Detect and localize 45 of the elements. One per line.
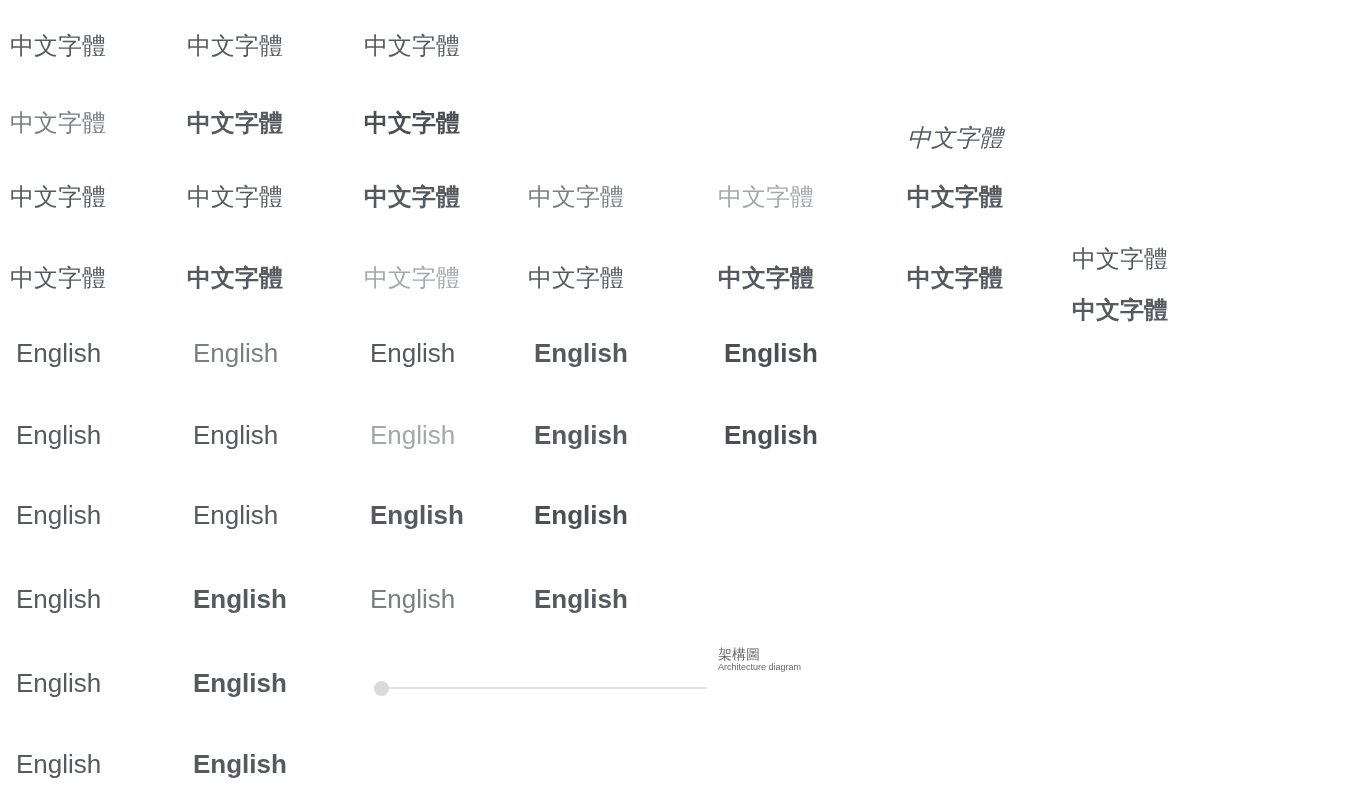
font-sample: English (724, 419, 818, 452)
font-sample: English (534, 583, 628, 616)
font-sample: 中文字體 (10, 32, 106, 61)
font-sample: 中文字體 (187, 183, 283, 212)
font-sample: English (193, 419, 279, 452)
slider-handle[interactable] (374, 680, 389, 696)
font-sample: 中文字體 (718, 183, 814, 212)
font-sample: English (193, 749, 287, 781)
font-sample: 中文字體 (187, 109, 283, 138)
font-sample: English (370, 338, 456, 370)
font-sample: 中文字體 (10, 264, 106, 294)
font-sample: English (534, 500, 628, 532)
font-sample: 中文字體 (528, 264, 624, 294)
font-sample: English (16, 500, 102, 532)
font-sample: English (193, 668, 287, 700)
font-sample: 中文字體 (10, 109, 106, 138)
font-sample: English (724, 338, 818, 370)
font-sample: 中文字體 (528, 183, 624, 212)
font-sample: English (16, 583, 102, 616)
font-sample: English (16, 749, 102, 781)
font-sample: 中文字體 (364, 183, 460, 212)
font-sample: English (193, 583, 287, 616)
font-sample: 中文字體 (718, 264, 814, 294)
font-sample: English (16, 668, 102, 700)
font-sample: 中文字體 (364, 109, 460, 138)
font-sample: English (193, 500, 279, 532)
font-sample: 中文字體 (187, 264, 283, 294)
font-sample: English (370, 419, 456, 452)
font-sample: 中文字體 (1072, 295, 1169, 325)
font-sample: 中文字體 (10, 183, 106, 212)
font-sample: 中文字體 (364, 264, 460, 294)
font-sample: 中文字體 (907, 264, 1003, 294)
font-sample: English (16, 338, 102, 370)
font-sample: 中文字體 (907, 183, 1003, 212)
font-sample: 中文字體 (187, 32, 283, 61)
font-sample: English (193, 338, 279, 370)
font-sample: English (370, 500, 464, 532)
caption-subtitle: Architecture diagram (718, 662, 803, 673)
caption-title: 架構圖 (718, 647, 761, 663)
font-sample: 中文字體 (1072, 245, 1169, 274)
font-sample: English (370, 583, 456, 616)
font-sample: English (16, 419, 102, 452)
font-sample: 中文字體 (364, 32, 460, 61)
font-sample: English (534, 338, 628, 370)
font-sample: English (534, 419, 628, 452)
